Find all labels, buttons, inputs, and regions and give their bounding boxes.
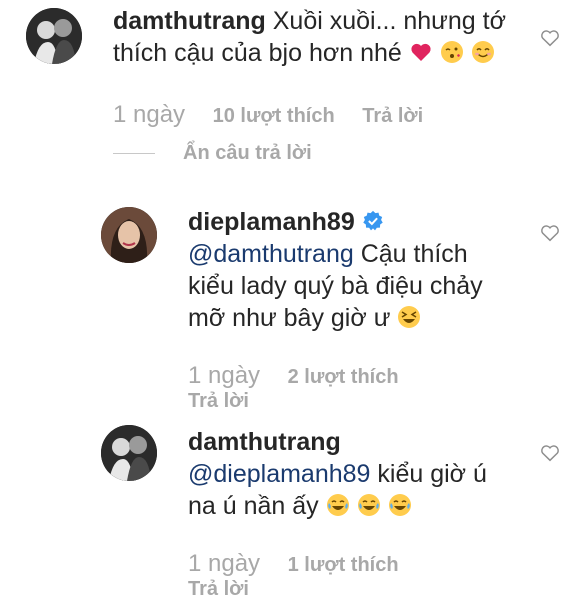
like-heart-icon[interactable]: [539, 222, 561, 244]
kissing-face-emoji: [440, 41, 463, 63]
verified-badge-icon: [362, 210, 383, 231]
smiling-face-emoji: [471, 41, 494, 63]
comment-meta: 1 ngày 1 lượt thích: [188, 550, 399, 578]
avatar-photo: [101, 207, 157, 263]
tears-of-joy-emoji: [326, 494, 349, 516]
comment-text: dieplamanh89 @damthutrang Cậu thích kiểu…: [188, 206, 518, 334]
heart-emoji: [411, 43, 431, 61]
avatar[interactable]: [101, 207, 157, 263]
comment-username[interactable]: damthutrang: [188, 428, 341, 456]
comment-meta: 1 ngày 10 lượt thích Trả lời: [113, 101, 423, 129]
comment-time: 1 ngày: [113, 101, 186, 128]
comment-username[interactable]: dieplamanh89: [188, 208, 355, 236]
grinning-squinting-face-emoji: [398, 306, 421, 328]
reply-button[interactable]: Trả lời: [362, 105, 423, 127]
avatar-photo: [26, 8, 82, 64]
like-heart-icon[interactable]: [539, 27, 561, 49]
reply-button[interactable]: Trả lời: [188, 578, 249, 601]
reply-button[interactable]: Trả lời: [188, 390, 249, 413]
replies-divider: [113, 153, 155, 154]
comment-text: damthutrang Xuồi xuồi... nhưng tớ thích …: [113, 5, 513, 69]
comment-text: damthutrang @dieplamanh89 kiểu giờ ú na …: [188, 426, 518, 522]
like-heart-icon[interactable]: [539, 442, 561, 464]
comment-mention[interactable]: @dieplamanh89: [188, 460, 370, 488]
avatar[interactable]: [26, 8, 82, 64]
tears-of-joy-emoji: [388, 494, 411, 516]
comment-meta: 1 ngày 2 lượt thích: [188, 362, 399, 390]
avatar-photo: [101, 425, 157, 481]
comment-likes[interactable]: 1 lượt thích: [288, 554, 399, 576]
comment-time: 1 ngày: [188, 550, 261, 577]
comment-mention[interactable]: @damthutrang: [188, 240, 354, 268]
avatar[interactable]: [101, 425, 157, 481]
comment-time: 1 ngày: [188, 362, 261, 389]
hide-replies-button[interactable]: Ẩn câu trả lời: [183, 142, 312, 165]
tears-of-joy-emoji: [357, 494, 380, 516]
comment-likes[interactable]: 10 lượt thích: [213, 105, 335, 127]
comment-username[interactable]: damthutrang: [113, 7, 266, 35]
comment-likes[interactable]: 2 lượt thích: [288, 366, 399, 388]
